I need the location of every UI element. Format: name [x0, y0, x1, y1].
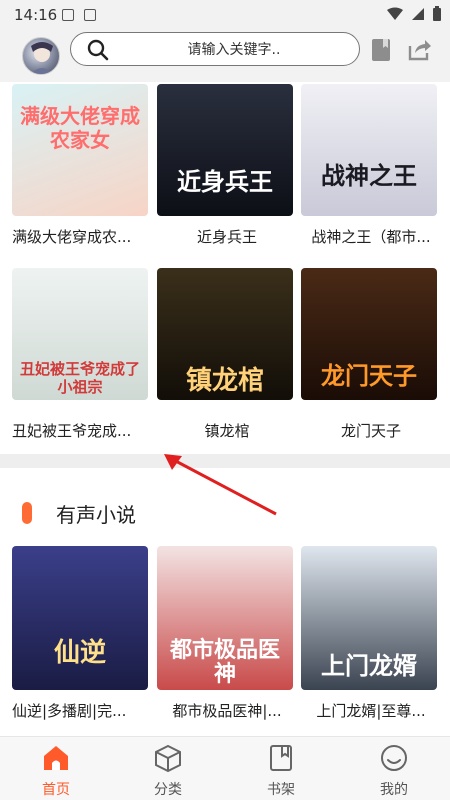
section-divider	[0, 454, 450, 468]
book-cover[interactable]: 上门龙婿	[301, 546, 437, 690]
top-bar	[0, 30, 450, 82]
book-title[interactable]: 近身兵王	[157, 226, 297, 247]
search-icon	[87, 39, 109, 61]
cover-text: 龙门天子	[321, 361, 417, 390]
notification-icon	[62, 9, 74, 21]
nav-label: 我的	[380, 782, 408, 798]
notification-icon	[84, 9, 96, 21]
book-cover[interactable]: 满级大佬穿成农家女	[12, 84, 148, 216]
nav-home[interactable]: 首页	[0, 737, 112, 800]
cover-text: 近身兵王	[177, 167, 273, 196]
book-cover[interactable]: 战神之王	[301, 84, 437, 216]
nav-label: 首页	[42, 782, 70, 798]
nav-label: 书架	[267, 782, 295, 798]
home-icon	[44, 746, 68, 770]
section-title: 有声小说	[56, 502, 136, 527]
category-cube-icon	[155, 744, 181, 773]
nav-bookshelf[interactable]: 书架	[225, 737, 337, 800]
cover-text: 仙逆	[53, 638, 106, 668]
avatar-image	[30, 42, 54, 74]
book-cover[interactable]: 都市极品医神	[157, 546, 293, 690]
wifi-icon	[387, 7, 403, 20]
user-avatar[interactable]	[22, 37, 60, 75]
book-title[interactable]: 仙逆|多播剧|完...	[12, 700, 152, 721]
book-title[interactable]: 满级大佬穿成农...	[12, 226, 152, 247]
book-title[interactable]: 战神之王（都市...	[301, 226, 441, 247]
cover-text: 满级大佬穿成农家女	[20, 104, 140, 152]
nav-label: 分类	[154, 782, 182, 798]
search-box[interactable]	[70, 32, 360, 66]
search-input[interactable]	[119, 39, 349, 61]
battery-icon	[433, 6, 441, 21]
nav-profile[interactable]: 我的	[338, 737, 450, 800]
cover-text: 上门龙婿	[321, 651, 417, 680]
bookshelf-icon[interactable]	[370, 38, 392, 62]
audio-section-header: 有声小说	[22, 498, 136, 528]
book-cover[interactable]: 镇龙棺	[157, 268, 293, 400]
profile-icon	[381, 745, 407, 771]
cover-text: 都市极品医神	[169, 637, 280, 687]
share-icon[interactable]	[406, 38, 432, 62]
book-title[interactable]: 镇龙棺	[157, 420, 297, 441]
book-cover[interactable]: 丑妃被王爷宠成了小祖宗	[12, 268, 148, 400]
book-cover[interactable]: 仙逆	[12, 546, 148, 690]
cover-text: 战神之王	[321, 161, 417, 190]
cover-text: 丑妃被王爷宠成了小祖宗	[19, 360, 140, 396]
cover-text: 镇龙棺	[185, 366, 264, 396]
book-title[interactable]: 龙门天子	[301, 420, 441, 441]
bottom-nav: 首页 分类 书架 我的	[0, 736, 450, 800]
status-bar: 14:16	[0, 0, 450, 30]
section-marker	[22, 502, 32, 524]
signal-icon	[412, 8, 424, 20]
book-title[interactable]: 丑妃被王爷宠成...	[12, 420, 152, 441]
book-cover[interactable]: 龙门天子	[301, 268, 437, 400]
status-time: 14:16	[14, 6, 58, 24]
book-cover[interactable]: 近身兵王	[157, 84, 293, 216]
bookshelf-icon	[270, 745, 292, 771]
book-title[interactable]: 都市极品医神|...	[157, 700, 297, 721]
nav-category[interactable]: 分类	[112, 737, 224, 800]
book-title[interactable]: 上门龙婿|至尊...	[301, 700, 441, 721]
